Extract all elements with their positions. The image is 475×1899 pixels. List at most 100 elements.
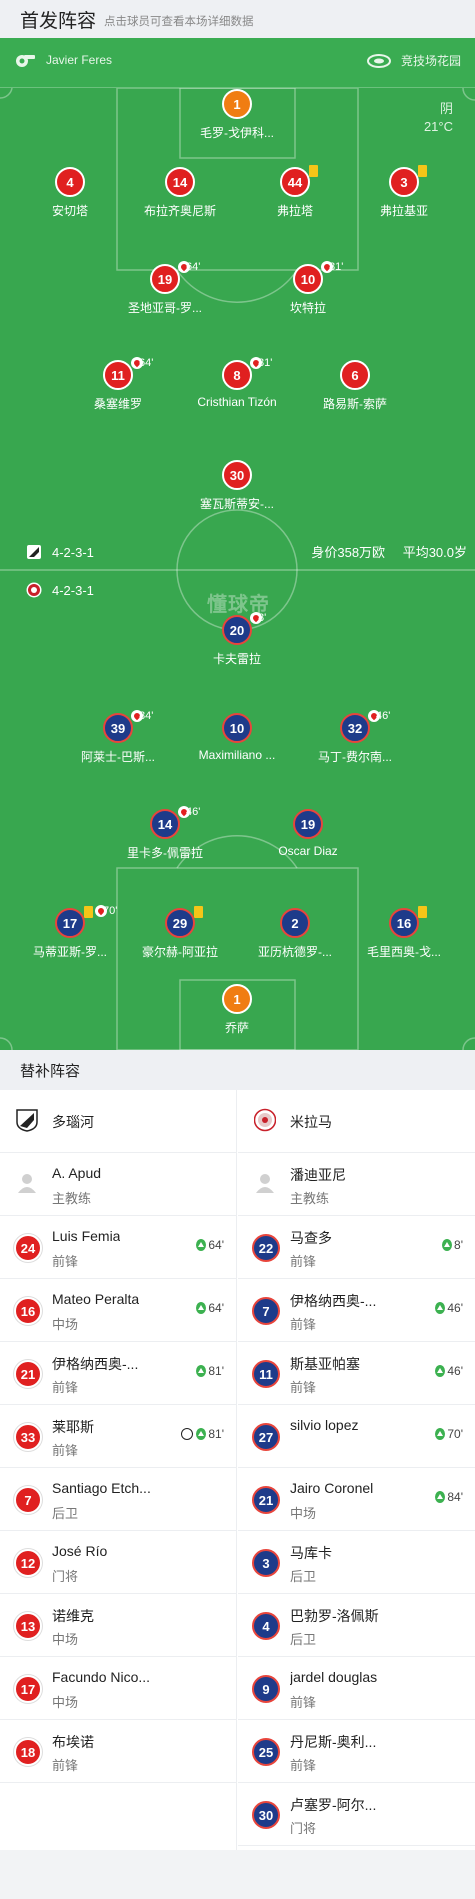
away-player[interactable]: 2 亚历杭德罗-...: [235, 908, 355, 960]
home-team-row[interactable]: 多瑙河: [0, 1090, 236, 1153]
sub-player-position: 前锋: [52, 1254, 79, 1269]
sub-player-row[interactable]: 21 Jairo Coronel 中场 84': [238, 1468, 475, 1531]
substitution-in-icon: [196, 1365, 207, 1377]
sub-player-row[interactable]: 16 Mateo Peralta 中场 64': [0, 1279, 236, 1342]
sub-player-row[interactable]: 27 silvio lopez 70': [238, 1405, 475, 1468]
sub-player-position: 中场: [290, 1506, 317, 1521]
player-number-badge: 17 70': [55, 905, 117, 938]
home-player[interactable]: 11 64' 桑塞维罗: [58, 357, 178, 412]
sub-player-position: 前锋: [290, 1758, 317, 1773]
away-player[interactable]: 19 Oscar Diaz: [248, 809, 368, 858]
sub-player-row[interactable]: 24 Luis Femia 前锋 64': [0, 1216, 236, 1279]
home-player[interactable]: 3 弗拉基亚: [344, 165, 464, 219]
sub-player-name: Jairo Coronel: [290, 1480, 374, 1496]
sub-player-row[interactable]: 12 José Río 门将: [0, 1531, 236, 1594]
sub-player-row[interactable]: 11 斯基亚帕塞 前锋 46': [238, 1342, 475, 1405]
venue[interactable]: 竞技场花园: [366, 52, 461, 69]
away-player[interactable]: 29 豪尔赫-阿亚拉: [120, 906, 240, 960]
sub-in-minute-text: 81': [208, 1427, 224, 1441]
sub-in-minute: 64': [196, 1238, 224, 1252]
player-number: 1: [233, 991, 241, 1007]
home-coach-row[interactable]: A. Apud 主教练: [0, 1153, 236, 1216]
away-player[interactable]: 20 8' 卡夫雷拉: [177, 612, 297, 667]
home-player[interactable]: 19 64' 圣地亚哥-罗...: [105, 261, 225, 316]
sub-player-row[interactable]: 33 莱耶斯 前锋 81': [0, 1405, 236, 1468]
home-player[interactable]: 8 81' Cristhian Tizón: [177, 357, 297, 409]
substitution-minute: 46': [376, 710, 391, 722]
away-player[interactable]: 17 70' 马蒂亚斯-罗...: [10, 905, 130, 960]
home-player[interactable]: 14 布拉齐奥尼斯: [120, 167, 240, 219]
home-player[interactable]: 30 塞瓦斯蒂安-...: [177, 460, 297, 512]
sub-player-row[interactable]: 21 伊格纳西奥-... 前锋 81': [0, 1342, 236, 1405]
sub-player-position: 中场: [52, 1317, 79, 1332]
pitch: Javier Feres 竞技场花园 阴 21°C 懂球帝 4-2-3-1 4-…: [0, 38, 475, 1050]
player-number: 4: [66, 174, 74, 190]
player-number: 14: [172, 174, 188, 190]
sub-player-row[interactable]: 3 马库卡 后卫: [238, 1531, 475, 1594]
sub-in-minute: 64': [196, 1301, 224, 1315]
substitution-minute: 84': [139, 710, 154, 722]
away-player[interactable]: 1 乔萨: [177, 984, 297, 1036]
sub-in-minute-text: 64': [208, 1301, 224, 1315]
sub-player-row[interactable]: 7 Santiago Etch... 后卫: [0, 1468, 236, 1531]
sub-in-minute: 81': [181, 1427, 224, 1441]
sub-player-name: 马库卡: [290, 1545, 332, 1561]
sub-player-row[interactable]: 30 卢塞罗-阿尔... 门将: [238, 1783, 475, 1846]
sub-player-position: 后卫: [290, 1632, 317, 1647]
sub-player-name: silvio lopez: [290, 1417, 359, 1433]
player-number-badge: 2: [280, 908, 310, 938]
sub-player-row[interactable]: 17 Facundo Nico... 中场: [0, 1657, 236, 1720]
player-number: 2: [291, 915, 299, 931]
player-name: Cristhian Tizón: [197, 395, 277, 409]
sub-player-name: 马查多: [290, 1230, 332, 1246]
player-number-badge: 33: [14, 1423, 42, 1451]
player-number: 10: [229, 720, 245, 736]
away-player[interactable]: 16 毛里西奥-戈...: [344, 906, 464, 960]
player-number: 39: [110, 720, 126, 736]
sub-in-minute: 81': [196, 1364, 224, 1378]
whistle-icon: [16, 55, 35, 67]
sub-player-row[interactable]: 22 马查多 前锋 8': [238, 1216, 475, 1279]
away-coach-role: 主教练: [290, 1191, 330, 1206]
sub-player-row[interactable]: 18 布埃诺 前锋: [0, 1720, 236, 1783]
player-number: 20: [229, 622, 245, 638]
player-number-badge: 32 46': [340, 710, 390, 743]
subs-header: 替补阵容: [0, 1050, 475, 1090]
away-team-row[interactable]: 米拉马: [238, 1090, 475, 1153]
player-number: 19: [157, 271, 173, 287]
sub-player-row[interactable]: 7 伊格纳西奥-... 前锋 46': [238, 1279, 475, 1342]
away-coach-row[interactable]: 潘迪亚尼 主教练: [238, 1153, 475, 1216]
sub-player-row[interactable]: 25 丹尼斯-奥利... 前锋: [238, 1720, 475, 1783]
substitution-in-icon: [435, 1491, 446, 1503]
player-number-badge: 29: [165, 906, 203, 938]
sub-player-row[interactable]: 9 jardel douglas 前锋: [238, 1657, 475, 1720]
player-number: 8: [233, 367, 241, 383]
player-number-badge: 30: [222, 460, 252, 490]
player-number-badge: 25: [252, 1738, 280, 1766]
substitution-minute: 81': [258, 357, 273, 369]
team-value: 身价358万欧: [311, 545, 386, 560]
away-player[interactable]: 10 Maximiliano ...: [177, 713, 297, 762]
sub-player-position: 后卫: [290, 1569, 317, 1584]
away-player[interactable]: 39 84' 阿莱士-巴斯...: [58, 710, 178, 765]
player-name: Maximiliano ...: [198, 748, 276, 762]
sub-player-name: 布埃诺: [52, 1734, 94, 1750]
player-number-badge: 12: [14, 1549, 42, 1577]
sub-player-row[interactable]: 4 巴勃罗-洛佩斯 后卫: [238, 1594, 475, 1657]
referee[interactable]: Javier Feres: [14, 52, 112, 68]
home-player[interactable]: 4 安切塔: [10, 167, 130, 219]
sub-player-row[interactable]: 13 诺维克 中场: [0, 1594, 236, 1657]
home-player[interactable]: 1 毛罗-戈伊科...: [177, 89, 297, 141]
home-player[interactable]: 44 弗拉塔: [235, 165, 355, 219]
sub-player-name: Luis Femia: [52, 1228, 121, 1244]
away-player[interactable]: 32 46' 马丁-费尔南...: [295, 710, 415, 765]
player-number-badge: 6: [340, 360, 370, 390]
player-number: 3: [400, 174, 408, 190]
home-player[interactable]: 6 路易斯-索萨: [295, 360, 415, 412]
away-player[interactable]: 14 46' 里卡多-佩雷拉: [105, 806, 225, 861]
player-number: 44: [287, 174, 303, 190]
home-player[interactable]: 10 81' 坎特拉: [248, 261, 368, 316]
sub-player-position: 前锋: [290, 1254, 317, 1269]
sub-in-minute-text: 46': [447, 1301, 463, 1315]
player-number-badge: 39 84': [103, 710, 153, 743]
